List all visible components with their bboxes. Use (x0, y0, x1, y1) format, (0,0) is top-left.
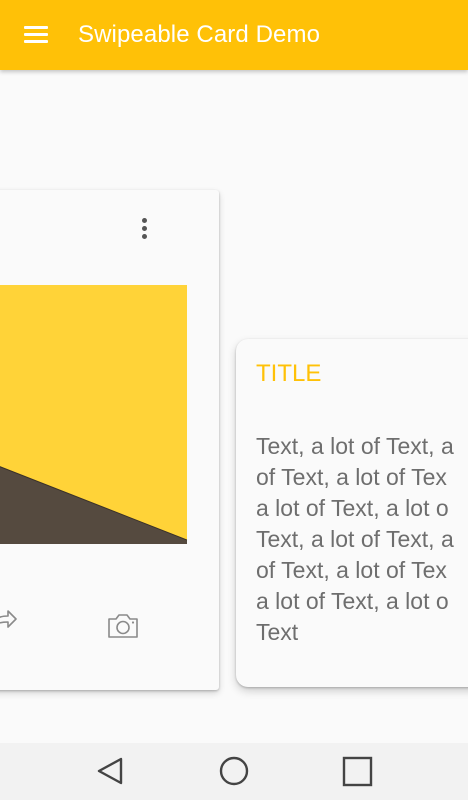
image-card[interactable] (0, 190, 219, 690)
hamburger-menu-icon[interactable] (22, 24, 50, 46)
recents-square-icon[interactable] (340, 753, 376, 789)
back-triangle-icon[interactable] (93, 753, 129, 789)
share-icon[interactable] (0, 606, 18, 636)
card-body-text: Text, a lot of Text, a of Text, a lot of… (256, 433, 454, 645)
app-bar: Swipeable Card Demo (0, 0, 468, 70)
card-image (0, 285, 187, 544)
abstract-yellow-landscape-image (0, 285, 187, 544)
system-navigation-bar (0, 743, 468, 800)
more-vertical-icon[interactable] (135, 215, 155, 241)
text-card[interactable]: TITLE Text, a lot of Text, a of Text, a … (236, 339, 468, 687)
card-title: TITLE (256, 360, 322, 387)
home-circle-icon[interactable] (216, 753, 252, 789)
camera-icon[interactable] (106, 612, 140, 640)
app-title: Swipeable Card Demo (78, 21, 321, 48)
app-screen: Swipeable Card Demo TITLE Text, a lot of… (0, 0, 468, 800)
